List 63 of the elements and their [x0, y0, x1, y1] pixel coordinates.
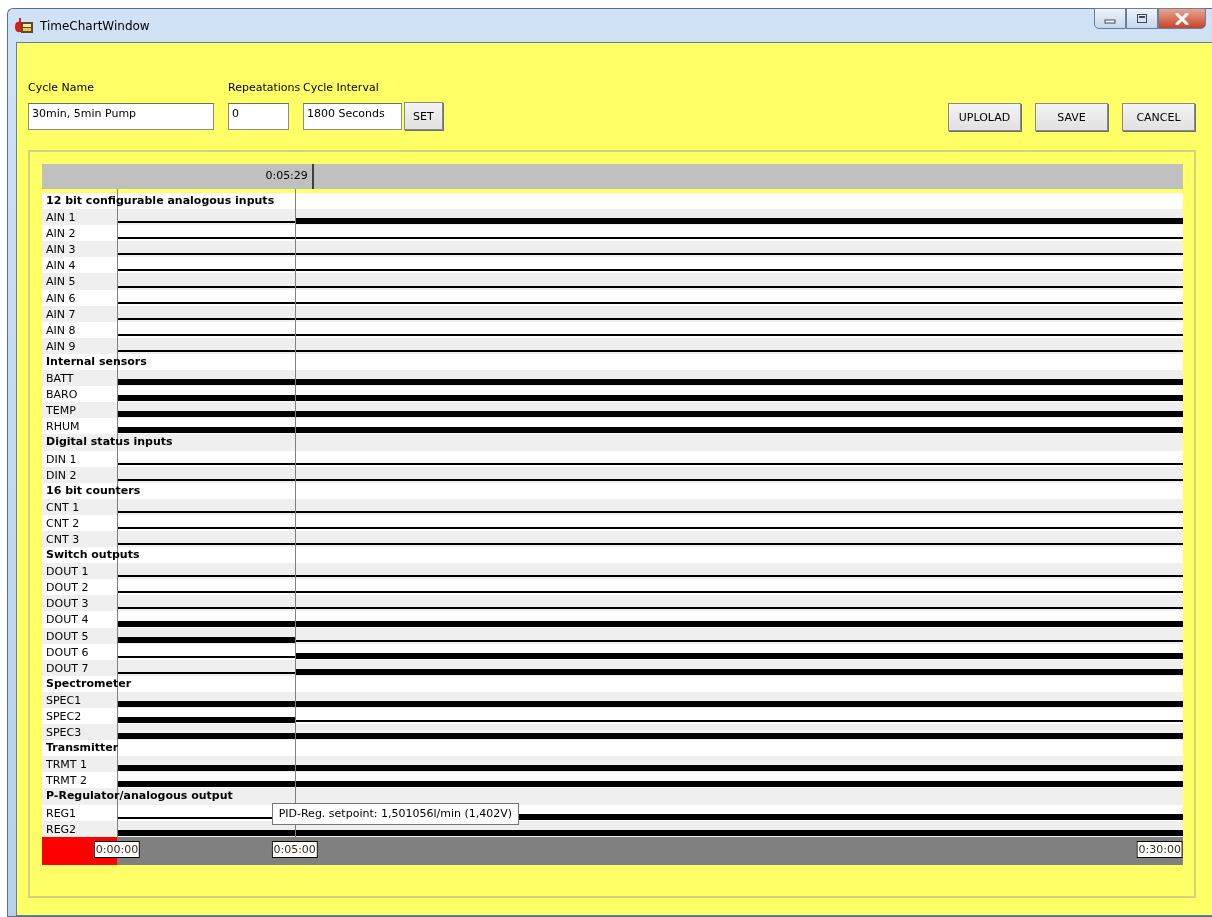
channel-label: AIN 9 — [45, 338, 77, 354]
channel-label: DIN 2 — [45, 467, 78, 483]
action-button[interactable]: UPLOLAD — [948, 103, 1021, 131]
field-label: Repeatations — [228, 81, 301, 94]
group-heading: Internal sensors — [45, 353, 147, 370]
app-icon — [14, 16, 34, 35]
channel-label: DIN 1 — [45, 451, 78, 467]
channel-label: CNT 1 — [45, 499, 81, 515]
channel-label: AIN 6 — [45, 290, 77, 306]
repetitions-field[interactable]: 0 — [228, 103, 289, 130]
action-button[interactable]: SAVE — [1035, 103, 1108, 131]
tooltip: PID-Reg. setpoint: 1,501056l/min (1,402V) — [271, 802, 520, 825]
channel-label: BARO — [45, 387, 79, 403]
channel-label: TEMP — [45, 403, 77, 419]
cycle-name-field[interactable]: 30min, 5min Pump — [28, 103, 214, 130]
channel-label: DOUT 4 — [45, 612, 90, 628]
channel-label: DOUT 7 — [45, 660, 90, 676]
window-title: TimeChartWindow — [40, 18, 150, 33]
group-heading: P-Regulator/analogous output — [45, 788, 233, 805]
channel-label: RHUM — [45, 419, 81, 435]
group-heading: Digital status inputs — [45, 434, 173, 451]
maximize-button[interactable] — [1126, 8, 1158, 29]
channel-label: TRMT 1 — [45, 757, 89, 773]
time-mark: 0:30:00 — [1136, 840, 1183, 858]
channel-label: AIN 4 — [45, 258, 77, 274]
channel-label: DOUT 5 — [45, 628, 90, 644]
group-heading: 12 bit configurable analogous inputs — [45, 193, 275, 209]
close-button[interactable] — [1158, 8, 1206, 29]
channel-label: DOUT 2 — [45, 580, 90, 596]
channel-label: AIN 1 — [45, 210, 77, 226]
group-heading: Spectrometer — [45, 675, 132, 692]
field-label: Cycle Name — [28, 81, 95, 94]
cycle-interval-field[interactable]: 1800 Seconds — [303, 103, 402, 130]
channel-label: DOUT 3 — [45, 596, 90, 612]
channel-label: AIN 5 — [45, 274, 77, 290]
channel-label: BATT — [45, 371, 75, 387]
group-heading: 16 bit counters — [45, 482, 141, 499]
channel-label: SPEC3 — [45, 725, 83, 741]
channel-label: SPEC1 — [45, 692, 83, 708]
group-heading: Switch outputs — [45, 547, 140, 564]
maximize-icon — [1136, 13, 1148, 24]
channel-label: SPEC2 — [45, 709, 83, 725]
channel-label: REG2 — [45, 821, 78, 837]
channel-label: CNT 3 — [45, 531, 81, 548]
channel-label: REG1 — [45, 805, 78, 821]
cursor-time: 0:05:29 — [265, 169, 309, 182]
cursor-marker[interactable] — [311, 164, 314, 189]
channel-label: DOUT 6 — [45, 644, 90, 660]
group-heading: Transmitter — [45, 740, 119, 757]
time-mark: 0:05:00 — [271, 840, 318, 858]
channel-label: CNT 2 — [45, 515, 81, 531]
minimize-button[interactable] — [1094, 8, 1126, 29]
channel-label: AIN 2 — [45, 226, 77, 242]
set-button[interactable]: SET — [404, 102, 443, 130]
channel-label: AIN 3 — [45, 242, 77, 258]
field-label: Cycle Interval — [303, 81, 380, 94]
action-button[interactable]: CANCEL — [1122, 103, 1195, 131]
channel-label: AIN 8 — [45, 322, 77, 338]
channel-label: AIN 7 — [45, 306, 77, 322]
time-mark: 0:00:00 — [93, 840, 141, 858]
channel-label: DOUT 1 — [45, 564, 90, 580]
channel-label: TRMT 2 — [45, 773, 89, 789]
close-icon — [1175, 12, 1189, 25]
